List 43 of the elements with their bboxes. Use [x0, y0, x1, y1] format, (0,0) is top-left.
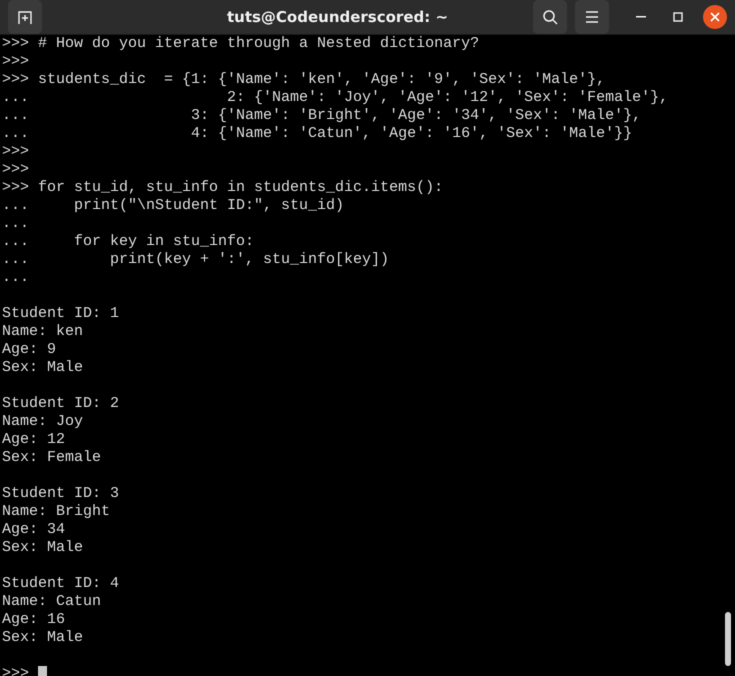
terminal-line: ... print(key + ':', stu_info[key]): [2, 251, 390, 269]
terminal-line: Student ID: 1: [2, 305, 120, 323]
terminal-line: ...: [2, 269, 30, 287]
terminal-line: Sex: Male: [2, 539, 84, 557]
terminal-line: Age: 34: [2, 521, 66, 539]
close-button[interactable]: [703, 5, 727, 29]
terminal-line: ... for key in stu_info:: [2, 233, 254, 251]
terminal-line: Sex: Male: [2, 359, 84, 377]
terminal-line: Student ID: 2: [2, 395, 120, 413]
terminal-line: Name: Bright: [2, 503, 110, 521]
terminal-line: Sex: Female: [2, 449, 102, 467]
terminal-line: Age: 12: [2, 431, 66, 449]
terminal-line: >>>: [2, 143, 30, 161]
minimize-icon: [636, 16, 646, 18]
terminal-line: Name: ken: [2, 323, 84, 341]
terminal-line: ... print("\nStudent ID:", stu_id): [2, 197, 344, 215]
search-button[interactable]: [533, 0, 567, 34]
terminal-line: Sex: Male: [2, 629, 84, 647]
terminal-line: ... 3: {'Name': 'Bright', 'Age': '34', 'Sex': 'Male'},: [2, 107, 642, 125]
terminal-line: >>>: [2, 161, 30, 179]
terminal-line: ... 4: {'Name': 'Catun', 'Age': '16', 'Sex': 'Male'}}: [2, 125, 632, 143]
terminal-line: >>> for stu_id, stu_info in students_dic.items():: [2, 179, 444, 197]
menu-icon: [585, 11, 599, 23]
terminal-line: >>> students_dic = {1: {'Name': 'ken', 'Age': '9', 'Sex': 'Male'},: [2, 71, 606, 89]
terminal-line: Age: 16: [2, 611, 66, 629]
terminal-line: Age: 9: [2, 341, 56, 359]
new-tab-icon: [17, 9, 33, 25]
window-title: tuts@Codeunderscored: ~: [226, 8, 450, 26]
terminal-line: ...: [2, 215, 30, 233]
scrollbar-thumb[interactable]: [725, 612, 731, 666]
terminal-line: Student ID: 4: [2, 575, 120, 593]
terminal-line: >>> # How do you iterate through a Nested dictionary?: [2, 35, 480, 53]
maximize-icon: [673, 12, 683, 22]
terminal-line: Name: Catun: [2, 593, 102, 611]
close-icon: [710, 12, 720, 22]
menu-button[interactable]: [575, 0, 609, 34]
terminal-line: Name: Joy: [2, 413, 84, 431]
terminal-line: ... 2: {'Name': 'Joy', 'Age': '12', 'Sex': 'Female'},: [2, 89, 668, 107]
new-tab-button[interactable]: [8, 0, 42, 34]
search-icon: [542, 9, 558, 25]
terminal-line: >>>: [2, 53, 30, 71]
terminal-line: >>>: [2, 665, 48, 676]
terminal-line: Student ID: 3: [2, 485, 120, 503]
